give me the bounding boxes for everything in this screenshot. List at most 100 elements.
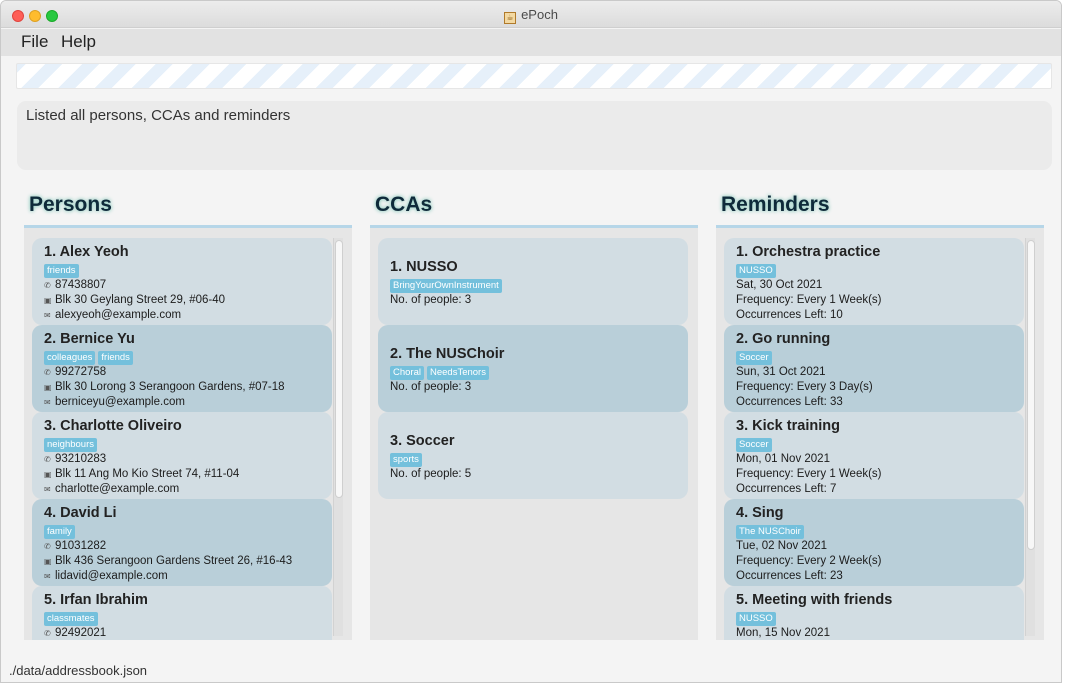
tag: neighbours bbox=[44, 438, 98, 452]
persons-scrollbar[interactable] bbox=[333, 238, 343, 636]
person-email: charlotte@example.com bbox=[55, 483, 180, 495]
person-phone: 87438807 bbox=[55, 279, 107, 291]
person-name: 4. David Li bbox=[44, 505, 117, 521]
tag: colleagues bbox=[44, 351, 96, 365]
person-email: alexyeoh@example.com bbox=[55, 309, 182, 321]
result-message: Listed all persons, CCAs and reminders bbox=[26, 107, 291, 124]
reminder-title: 5. Meeting with friends bbox=[736, 592, 893, 608]
reminder-occurrences: Occurrences Left: 23 bbox=[736, 570, 843, 582]
phone-icon: ✆ bbox=[44, 281, 51, 290]
phone-icon: ✆ bbox=[44, 542, 51, 551]
reminder-title: 4. Sing bbox=[736, 505, 784, 521]
title-bar: ☕ ePoch bbox=[1, 1, 1061, 28]
tag: friends bbox=[98, 351, 133, 365]
person-card[interactable]: 5. Irfan Ibrahim classmates ✆ 92492021 bbox=[32, 586, 332, 640]
address-icon: ▣ bbox=[44, 557, 52, 566]
phone-icon: ✆ bbox=[44, 368, 51, 377]
persons-panel: 1. Alex Yeoh friends ✆ 87438807 ▣ Blk 30 G… bbox=[24, 225, 352, 640]
reminders-list[interactable]: 1. Orchestra practice NUSSO Sat, 30 Oct … bbox=[724, 238, 1024, 640]
cca-name: 2. The NUSChoir bbox=[390, 346, 505, 362]
persons-panel-title: Persons bbox=[29, 193, 112, 216]
person-address: Blk 436 Serangoon Gardens Street 26, #16… bbox=[55, 555, 293, 567]
command-input[interactable] bbox=[16, 63, 1052, 89]
tag: NeedsTenors bbox=[427, 366, 489, 380]
menu-bar: File Help bbox=[1, 29, 1061, 56]
tag: Soccer bbox=[736, 438, 772, 452]
tag: The NUSChoir bbox=[736, 525, 804, 539]
cca-people: No. of people: 3 bbox=[390, 294, 472, 306]
reminder-date: Mon, 15 Nov 2021 bbox=[736, 627, 830, 639]
reminder-date: Tue, 02 Nov 2021 bbox=[736, 540, 827, 552]
menu-file[interactable]: File bbox=[21, 32, 48, 52]
window-title: ePoch bbox=[521, 7, 558, 22]
reminder-title: 1. Orchestra practice bbox=[736, 244, 881, 260]
person-card[interactable]: 2. Bernice Yu colleagues friends ✆ 9927275… bbox=[32, 325, 332, 412]
cca-card[interactable]: 2. The NUSChoir Choral NeedsTenors No. of… bbox=[378, 325, 688, 412]
cca-card[interactable]: 3. Soccer sports No. of people: 5 bbox=[378, 412, 688, 499]
reminder-card[interactable]: 3. Kick training Soccer Mon, 01 Nov 2021… bbox=[724, 412, 1024, 499]
reminder-occurrences: Occurrences Left: 33 bbox=[736, 396, 843, 408]
person-name: 3. Charlotte Oliveiro bbox=[44, 418, 182, 434]
ccas-list[interactable]: 1. NUSSO BringYourOwnInstrument No. of p… bbox=[378, 238, 688, 499]
person-card[interactable]: 1. Alex Yeoh friends ✆ 87438807 ▣ Blk 30 G… bbox=[32, 238, 332, 325]
email-icon: ✉ bbox=[44, 485, 51, 494]
cca-name: 3. Soccer bbox=[390, 433, 455, 449]
reminder-frequency: Frequency: Every 3 Day(s) bbox=[736, 381, 873, 393]
reminder-card[interactable]: 1. Orchestra practice NUSSO Sat, 30 Oct … bbox=[724, 238, 1024, 325]
persons-list[interactable]: 1. Alex Yeoh friends ✆ 87438807 ▣ Blk 30 G… bbox=[32, 238, 332, 640]
reminder-frequency: Frequency: Every 1 Week(s) bbox=[736, 294, 882, 306]
reminder-card[interactable]: 4. Sing The NUSChoir Tue, 02 Nov 2021 Fr… bbox=[724, 499, 1024, 586]
email-icon: ✉ bbox=[44, 572, 51, 581]
tag: Choral bbox=[390, 366, 424, 380]
reminders-panel-title: Reminders bbox=[721, 193, 830, 216]
cca-people: No. of people: 5 bbox=[390, 468, 472, 480]
tag: family bbox=[44, 525, 75, 539]
person-name: 1. Alex Yeoh bbox=[44, 244, 129, 260]
tag: Soccer bbox=[736, 351, 772, 365]
tag: BringYourOwnInstrument bbox=[390, 279, 502, 293]
tag: sports bbox=[390, 453, 422, 467]
reminder-occurrences: Occurrences Left: 7 bbox=[736, 483, 837, 495]
reminder-frequency: Frequency: Every 1 Week(s) bbox=[736, 468, 882, 480]
address-icon: ▣ bbox=[44, 470, 52, 479]
address-icon: ▣ bbox=[44, 296, 52, 305]
reminders-scroll-thumb[interactable] bbox=[1027, 240, 1035, 550]
person-card[interactable]: 3. Charlotte Oliveiro neighbours ✆ 932102… bbox=[32, 412, 332, 499]
person-email: berniceyu@example.com bbox=[55, 396, 185, 408]
reminder-card[interactable]: 2. Go running Soccer Sun, 31 Oct 2021 Fr… bbox=[724, 325, 1024, 412]
reminders-scrollbar[interactable] bbox=[1025, 238, 1035, 636]
phone-icon: ✆ bbox=[44, 629, 51, 638]
app-window: ☕ ePoch File Help Listed all persons, CCA… bbox=[0, 0, 1062, 683]
tag: friends bbox=[44, 264, 79, 278]
person-phone: 99272758 bbox=[55, 366, 107, 378]
phone-icon: ✆ bbox=[44, 455, 51, 464]
person-address: Blk 30 Lorong 3 Serangoon Gardens, #07-1… bbox=[55, 381, 285, 393]
person-email: lidavid@example.com bbox=[55, 570, 168, 582]
status-bar-path: ./data/addressbook.json bbox=[9, 663, 148, 678]
result-display: Listed all persons, CCAs and reminders bbox=[17, 101, 1052, 170]
person-phone: 93210283 bbox=[55, 453, 107, 465]
cca-card[interactable]: 1. NUSSO BringYourOwnInstrument No. of p… bbox=[378, 238, 688, 325]
email-icon: ✉ bbox=[44, 311, 51, 320]
reminder-date: Sun, 31 Oct 2021 bbox=[736, 366, 826, 378]
persons-scroll-thumb[interactable] bbox=[335, 240, 343, 498]
person-phone: 91031282 bbox=[55, 540, 107, 552]
address-icon: ▣ bbox=[44, 383, 52, 392]
ccas-panel: 1. NUSSO BringYourOwnInstrument No. of p… bbox=[370, 225, 698, 640]
reminder-title: 2. Go running bbox=[736, 331, 831, 347]
tag: classmates bbox=[44, 612, 98, 626]
menu-help[interactable]: Help bbox=[61, 32, 96, 52]
cca-name: 1. NUSSO bbox=[390, 259, 458, 275]
cca-people: No. of people: 3 bbox=[390, 381, 472, 393]
person-phone: 92492021 bbox=[55, 627, 107, 639]
reminder-card[interactable]: 5. Meeting with friends NUSSO Mon, 15 No… bbox=[724, 586, 1024, 640]
tag: NUSSO bbox=[736, 612, 776, 626]
ccas-panel-title: CCAs bbox=[375, 193, 433, 216]
reminder-frequency: Frequency: Every 2 Week(s) bbox=[736, 555, 882, 567]
email-icon: ✉ bbox=[44, 398, 51, 407]
reminder-date: Mon, 01 Nov 2021 bbox=[736, 453, 830, 465]
tag: NUSSO bbox=[736, 264, 776, 278]
person-name: 2. Bernice Yu bbox=[44, 331, 135, 347]
person-address: Blk 11 Ang Mo Kio Street 74, #11-04 bbox=[55, 468, 240, 480]
person-card[interactable]: 4. David Li family ✆ 91031282 ▣ Blk 436 Se… bbox=[32, 499, 332, 586]
